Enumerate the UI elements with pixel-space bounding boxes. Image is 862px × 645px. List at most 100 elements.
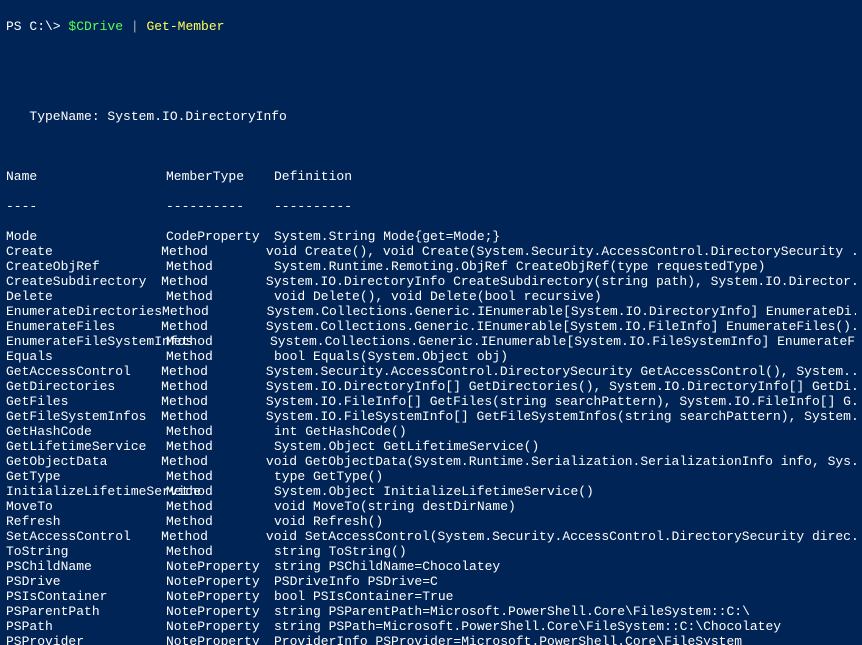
member-type: Method [161, 394, 266, 409]
member-name: PSParentPath [6, 604, 166, 619]
member-type: Method [166, 499, 274, 514]
member-definition: string PSParentPath=Microsoft.PowerShell… [274, 604, 750, 619]
member-type: Method [161, 454, 266, 469]
member-definition: System.Runtime.Remoting.ObjRef CreateObj… [274, 259, 765, 274]
member-row: SetAccessControlMethodvoid SetAccessCont… [6, 529, 856, 544]
header-name: Name [6, 169, 166, 184]
member-name: EnumerateFiles [6, 319, 161, 334]
member-name: Mode [6, 229, 166, 244]
member-row: DeleteMethodvoid Delete(), void Delete(b… [6, 289, 856, 304]
member-type: Method [161, 379, 266, 394]
member-definition: void MoveTo(string destDirName) [274, 499, 516, 514]
header-row: NameMemberTypeDefinition [6, 169, 856, 184]
typename-line: TypeName: System.IO.DirectoryInfo [6, 109, 856, 124]
member-type: CodeProperty [166, 229, 274, 244]
member-name: GetHashCode [6, 424, 166, 439]
member-type: Method [166, 424, 274, 439]
member-name: EnumerateFileSystemInfos [6, 334, 166, 349]
member-row: GetLifetimeServiceMethodSystem.Object Ge… [6, 439, 856, 454]
prompt-pipe: | [123, 19, 146, 34]
blank-line [6, 139, 856, 154]
member-name: CreateObjRef [6, 259, 166, 274]
blank-line [6, 49, 856, 64]
member-name: MoveTo [6, 499, 166, 514]
member-name: ToString [6, 544, 166, 559]
member-definition: System.Object InitializeLifetimeService(… [274, 484, 594, 499]
member-definition: ProviderInfo PSProvider=Microsoft.PowerS… [274, 634, 742, 645]
member-name: GetObjectData [6, 454, 161, 469]
member-name: Create [6, 244, 161, 259]
member-type: Method [161, 364, 266, 379]
member-row: CreateObjRefMethodSystem.Runtime.Remotin… [6, 259, 856, 274]
member-name: GetDirectories [6, 379, 161, 394]
member-name: GetFileSystemInfos [6, 409, 161, 424]
blank-line [6, 79, 856, 94]
member-name: Equals [6, 349, 166, 364]
member-row: PSParentPathNotePropertystring PSParentP… [6, 604, 856, 619]
command-line: PS C:\> $CDrive | Get-Member [6, 19, 856, 34]
member-name: SetAccessControl [6, 529, 161, 544]
member-type: Method [166, 289, 274, 304]
member-name: PSPath [6, 619, 166, 634]
member-definition: void GetObjectData(System.Runtime.Serial… [266, 454, 856, 469]
member-row: EnumerateFilesMethodSystem.Collections.G… [6, 319, 856, 334]
member-definition: System.Security.AccessControl.DirectoryS… [266, 364, 856, 379]
member-definition: System.Collections.Generic.IEnumerable[S… [266, 319, 856, 334]
member-definition: System.Collections.Generic.IEnumerable[S… [270, 334, 856, 349]
member-row: PSChildNameNotePropertystring PSChildNam… [6, 559, 856, 574]
member-definition: System.IO.DirectoryInfo CreateSubdirecto… [266, 274, 856, 289]
member-type: NoteProperty [166, 619, 274, 634]
member-definition: bool Equals(System.Object obj) [274, 349, 508, 364]
member-type: Method [166, 349, 274, 364]
member-name: GetFiles [6, 394, 161, 409]
member-row: GetHashCodeMethodint GetHashCode() [6, 424, 856, 439]
member-type: NoteProperty [166, 604, 274, 619]
member-list: ModeCodePropertySystem.String Mode{get=M… [6, 229, 856, 645]
member-name: GetAccessControl [6, 364, 161, 379]
member-row: GetTypeMethodtype GetType() [6, 469, 856, 484]
member-type: Method [161, 274, 266, 289]
powershell-terminal[interactable]: PS C:\> $CDrive | Get-Member TypeName: S… [0, 0, 862, 645]
member-type: NoteProperty [166, 559, 274, 574]
member-definition: string ToString() [274, 544, 407, 559]
member-name: EnumerateDirectories [6, 304, 162, 319]
member-name: Refresh [6, 514, 166, 529]
member-definition: type GetType() [274, 469, 383, 484]
member-type: Method [166, 544, 274, 559]
member-type: Method [166, 469, 274, 484]
member-row: RefreshMethodvoid Refresh() [6, 514, 856, 529]
member-row: CreateSubdirectoryMethodSystem.IO.Direct… [6, 274, 856, 289]
member-type: NoteProperty [166, 589, 274, 604]
header-definition: Definition [274, 169, 352, 184]
member-row: GetObjectDataMethodvoid GetObjectData(Sy… [6, 454, 856, 469]
member-type: Method [166, 439, 274, 454]
member-definition: bool PSIsContainer=True [274, 589, 453, 604]
underline-definition: ---------- [274, 199, 352, 214]
member-type: Method [161, 529, 266, 544]
member-type: Method [161, 409, 266, 424]
member-row: InitializeLifetimeServiceMethodSystem.Ob… [6, 484, 856, 499]
member-type: NoteProperty [166, 574, 274, 589]
member-type: Method [166, 484, 274, 499]
member-definition: System.IO.DirectoryInfo[] GetDirectories… [266, 379, 856, 394]
member-definition: System.IO.FileInfo[] GetFiles(string sea… [266, 394, 856, 409]
member-definition: void Delete(), void Delete(bool recursiv… [274, 289, 602, 304]
member-name: PSIsContainer [6, 589, 166, 604]
member-definition: System.String Mode{get=Mode;} [274, 229, 500, 244]
member-row: EnumerateFileSystemInfosMethodSystem.Col… [6, 334, 856, 349]
member-definition: PSDriveInfo PSDrive=C [274, 574, 438, 589]
member-type: Method [161, 319, 266, 334]
member-row: PSIsContainerNotePropertybool PSIsContai… [6, 589, 856, 604]
member-row: EqualsMethodbool Equals(System.Object ob… [6, 349, 856, 364]
member-row: MoveToMethodvoid MoveTo(string destDirNa… [6, 499, 856, 514]
member-name: GetLifetimeService [6, 439, 166, 454]
member-definition: void SetAccessControl(System.Security.Ac… [266, 529, 856, 544]
member-row: GetFilesMethodSystem.IO.FileInfo[] GetFi… [6, 394, 856, 409]
prompt-variable: $CDrive [68, 19, 123, 34]
member-definition: System.Collections.Generic.IEnumerable[S… [267, 304, 856, 319]
member-definition: void Create(), void Create(System.Securi… [266, 244, 856, 259]
header-membertype: MemberType [166, 169, 274, 184]
member-row: GetFileSystemInfosMethodSystem.IO.FileSy… [6, 409, 856, 424]
member-definition: void Refresh() [274, 514, 383, 529]
member-row: ModeCodePropertySystem.String Mode{get=M… [6, 229, 856, 244]
